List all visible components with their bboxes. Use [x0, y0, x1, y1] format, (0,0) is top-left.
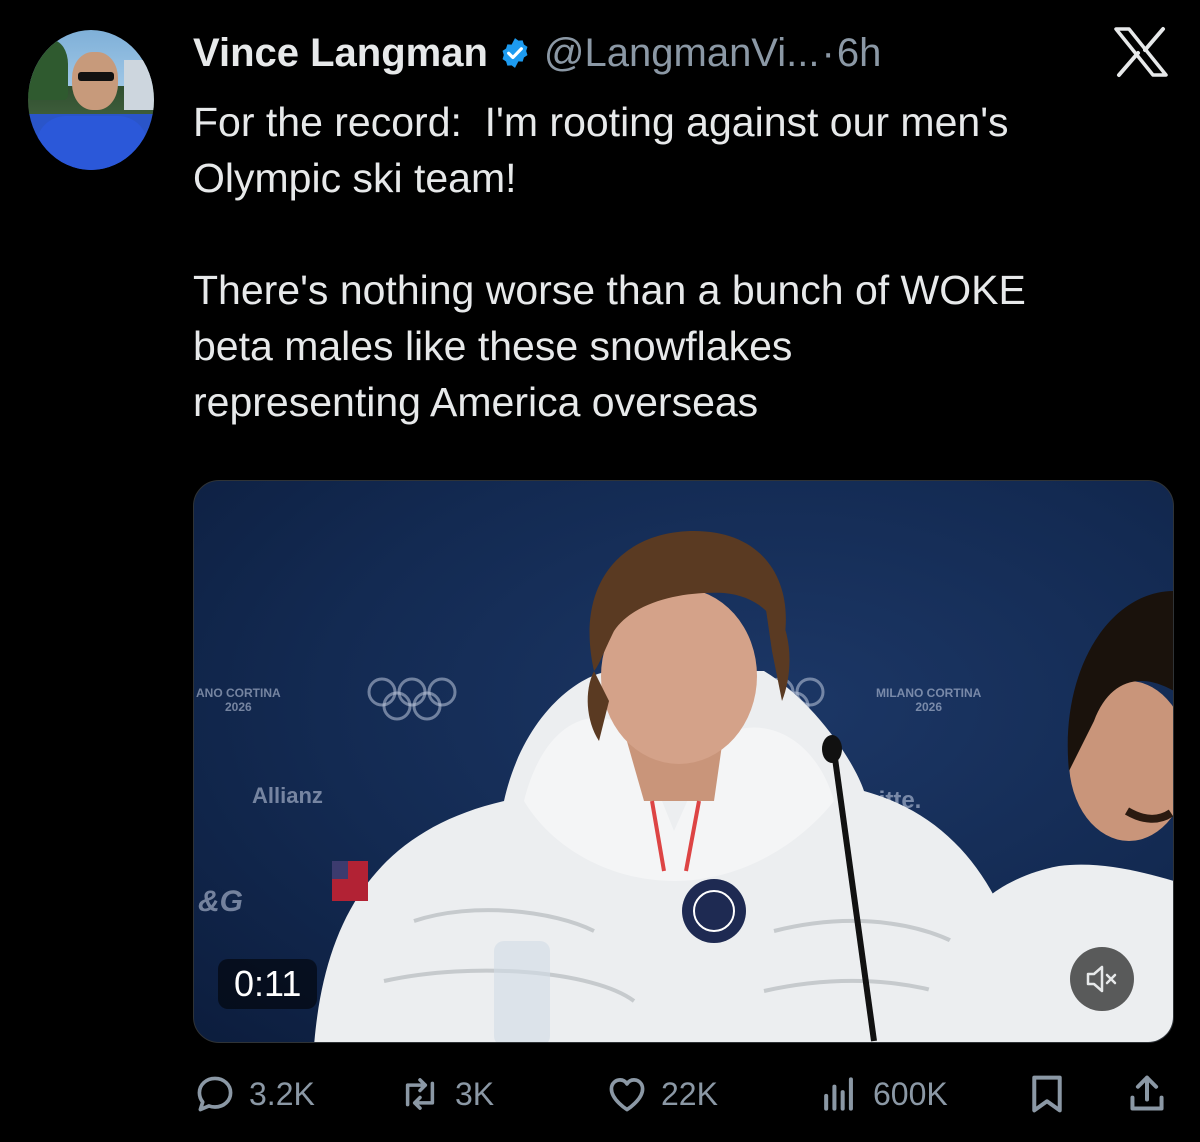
views-button[interactable]: 600K	[817, 1068, 948, 1120]
avatar[interactable]	[28, 30, 154, 170]
separator-dot: ·	[821, 30, 835, 75]
x-logo-icon[interactable]	[1112, 26, 1170, 78]
video-player[interactable]: ANO CORTINA 2026 MILANO CORTINA 2026 All…	[193, 480, 1174, 1043]
repost-button[interactable]: 3K	[397, 1068, 494, 1120]
reply-icon	[197, 1076, 233, 1112]
repost-count: 3K	[455, 1075, 495, 1112]
reply-button[interactable]: 3.2K	[193, 1068, 315, 1120]
action-bar: 3.2K 3K 22K 600K	[193, 1068, 1173, 1120]
author-handle[interactable]: @LangmanVi...	[544, 31, 820, 76]
views-chart-icon	[824, 1077, 853, 1111]
bookmark-icon	[1032, 1075, 1062, 1113]
tweet-timestamp[interactable]: 6h	[837, 31, 882, 76]
like-count: 22K	[661, 1075, 718, 1112]
like-button[interactable]: 22K	[605, 1068, 718, 1120]
mute-button[interactable]	[1070, 947, 1134, 1011]
reply-count: 3.2K	[249, 1075, 315, 1112]
event-logo-left: ANO CORTINA 2026	[196, 686, 281, 714]
share-button[interactable]	[1127, 1068, 1179, 1120]
tweet-header: Vince Langman @LangmanVi... · 6h	[193, 30, 881, 76]
author-name[interactable]: Vince Langman	[193, 31, 488, 76]
verified-badge-icon	[502, 38, 528, 68]
heart-icon	[609, 1078, 645, 1112]
muted-speaker-icon	[1086, 965, 1117, 993]
second-athlete-figure	[919, 591, 1173, 1042]
tweet-text: For the record: I'm rooting against our …	[193, 99, 1026, 425]
repost-icon	[405, 1078, 435, 1110]
share-icon	[1130, 1075, 1164, 1111]
bookmark-button[interactable]	[1027, 1068, 1079, 1120]
view-count: 600K	[873, 1075, 948, 1112]
video-duration: 0:11	[218, 959, 318, 1009]
sponsor-pg: &G	[198, 885, 243, 918]
